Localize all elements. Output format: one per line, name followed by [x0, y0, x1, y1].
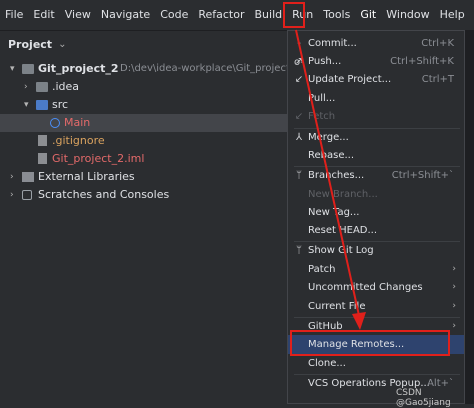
- tree-row-main[interactable]: Main: [0, 114, 290, 132]
- menu-item-label: New Tag...: [308, 207, 360, 218]
- menu-git[interactable]: Git: [355, 0, 381, 30]
- fetch-icon: ↙: [294, 111, 304, 122]
- project-path: D:\dev\idea-workplace\Git_project_2: [120, 63, 302, 74]
- tree-row-scratches[interactable]: › Scratches and Consoles: [0, 186, 290, 204]
- merge-icon: ⅄: [295, 132, 303, 143]
- menu-item-reset-head[interactable]: Reset HEAD...: [288, 221, 464, 240]
- source-folder-icon: [36, 100, 48, 110]
- chevron-down-icon[interactable]: ▾: [24, 96, 34, 114]
- update-icon: ↙: [294, 74, 304, 85]
- menu-item-label: Branches...: [308, 170, 365, 181]
- menu-item-label: Clone...: [308, 358, 346, 369]
- project-panel-header: Project ⌄: [0, 31, 290, 57]
- watermark: CSDN @Gao5jiang: [396, 388, 451, 408]
- menu-item-label: Current File: [308, 301, 366, 312]
- tree-row-src[interactable]: ▾ src: [0, 96, 290, 114]
- menu-item-label: Merge...: [308, 132, 349, 143]
- menu-file[interactable]: File: [0, 0, 28, 30]
- menu-item-update-project[interactable]: ↙ Update Project... Ctrl+T: [288, 70, 464, 89]
- menu-item-patch[interactable]: Patch ›: [288, 260, 464, 279]
- menu-item-new-tag[interactable]: New Tag...: [288, 203, 464, 222]
- menu-item-clone[interactable]: Clone...: [288, 354, 464, 373]
- folder-icon: [22, 64, 34, 74]
- menu-item-current-file[interactable]: Current File ›: [288, 297, 464, 316]
- tree-label: Git_project_2.iml: [52, 152, 145, 165]
- menu-item-label: Update Project...: [308, 74, 392, 85]
- tree-row-project-root[interactable]: ▾ Git_project_2 D:\dev\idea-workplace\Gi…: [0, 60, 301, 78]
- menu-item-show-git-log[interactable]: ᛘ Show Git Log: [288, 241, 464, 260]
- push-icon: ↗: [294, 56, 304, 67]
- editor-edge: [465, 31, 474, 404]
- menu-item-push[interactable]: ↗ Push... Ctrl+Shift+K: [288, 52, 464, 71]
- chevron-right-icon: ›: [452, 282, 456, 292]
- tree-label: Main: [64, 116, 91, 129]
- tree-label: src: [52, 98, 69, 111]
- manage-remotes-highlight-box: [290, 330, 450, 356]
- menu-edit[interactable]: Edit: [28, 0, 59, 30]
- menu-refactor[interactable]: Refactor: [193, 0, 249, 30]
- tree-label: Scratches and Consoles: [38, 188, 170, 201]
- chevron-right-icon: ›: [452, 321, 456, 331]
- menu-view[interactable]: View: [60, 0, 96, 30]
- tree-row-idea[interactable]: › .idea: [0, 78, 290, 96]
- chevron-down-icon[interactable]: ▾: [10, 60, 20, 78]
- chevron-right-icon: ›: [452, 301, 456, 311]
- menu-item-commit[interactable]: -o- Commit... Ctrl+K: [288, 34, 464, 68]
- git-menu-highlight-box: [283, 2, 305, 28]
- menu-item-uncommitted-changes[interactable]: Uncommitted Changes ›: [288, 278, 464, 297]
- menu-item-shortcut: Ctrl+K: [421, 38, 454, 49]
- library-icon: [22, 172, 34, 182]
- menu-item-label: Pull...: [308, 93, 336, 104]
- tree-row-gitignore[interactable]: .gitignore: [0, 132, 290, 150]
- menu-item-shortcut: Ctrl+Shift+`: [391, 170, 454, 181]
- menu-item-label: Patch: [308, 264, 336, 275]
- tree-label: .gitignore: [52, 134, 105, 147]
- menu-item-branches[interactable]: ᛘ Branches... Ctrl+Shift+`: [288, 166, 464, 185]
- tree-row-external-libraries[interactable]: › External Libraries: [0, 168, 290, 186]
- tree-label: .idea: [52, 80, 80, 93]
- menu-item-fetch: ↙ Fetch: [288, 107, 464, 126]
- menu-item-merge[interactable]: ⅄ Merge...: [288, 128, 464, 147]
- chevron-right-icon: ›: [452, 264, 456, 274]
- project-tree: ▾ Git_project_2 D:\dev\idea-workplace\Gi…: [0, 60, 301, 204]
- class-icon: [50, 118, 60, 128]
- menu-item-label: Rebase...: [308, 150, 355, 161]
- chevron-right-icon[interactable]: ›: [10, 186, 20, 204]
- menu-item-label: Reset HEAD...: [308, 225, 378, 236]
- scratches-icon: [22, 190, 32, 200]
- menu-item-label: Show Git Log: [308, 245, 374, 256]
- menu-item-new-branch: New Branch...: [288, 185, 464, 204]
- menu-item-label: New Branch...: [308, 189, 378, 200]
- tree-label: External Libraries: [38, 170, 135, 183]
- menu-code[interactable]: Code: [155, 0, 193, 30]
- gitignore-file-icon: [38, 135, 47, 146]
- menu-item-label: Commit...: [308, 38, 357, 49]
- menu-item-shortcut: Ctrl+Shift+K: [390, 56, 454, 67]
- menu-item-label: Push...: [308, 56, 342, 67]
- menu-item-label: Uncommitted Changes: [308, 282, 423, 293]
- menu-help[interactable]: Help: [435, 0, 470, 30]
- menu-navigate[interactable]: Navigate: [96, 0, 155, 30]
- project-panel-title[interactable]: Project: [8, 38, 52, 51]
- branch-icon: ᛘ: [296, 170, 302, 181]
- menu-tools[interactable]: Tools: [318, 0, 355, 30]
- menu-item-pull[interactable]: Pull...: [288, 89, 464, 108]
- chevron-right-icon[interactable]: ›: [24, 78, 34, 96]
- chevron-right-icon[interactable]: ›: [10, 168, 20, 186]
- menu-window[interactable]: Window: [381, 0, 434, 30]
- module-file-icon: [38, 153, 47, 164]
- menu-bar: File Edit View Navigate Code Refactor Bu…: [0, 0, 474, 31]
- git-log-icon: ᛘ: [296, 245, 302, 256]
- tree-row-iml[interactable]: Git_project_2.iml: [0, 150, 290, 168]
- menu-build[interactable]: Build: [250, 0, 288, 30]
- menu-item-rebase[interactable]: Rebase...: [288, 146, 464, 165]
- menu-item-shortcut: Ctrl+T: [421, 74, 454, 85]
- tree-label: Git_project_2: [38, 62, 119, 75]
- chevron-down-icon[interactable]: ⌄: [58, 39, 66, 50]
- folder-icon: [36, 82, 48, 92]
- menu-item-label: Fetch: [308, 111, 336, 122]
